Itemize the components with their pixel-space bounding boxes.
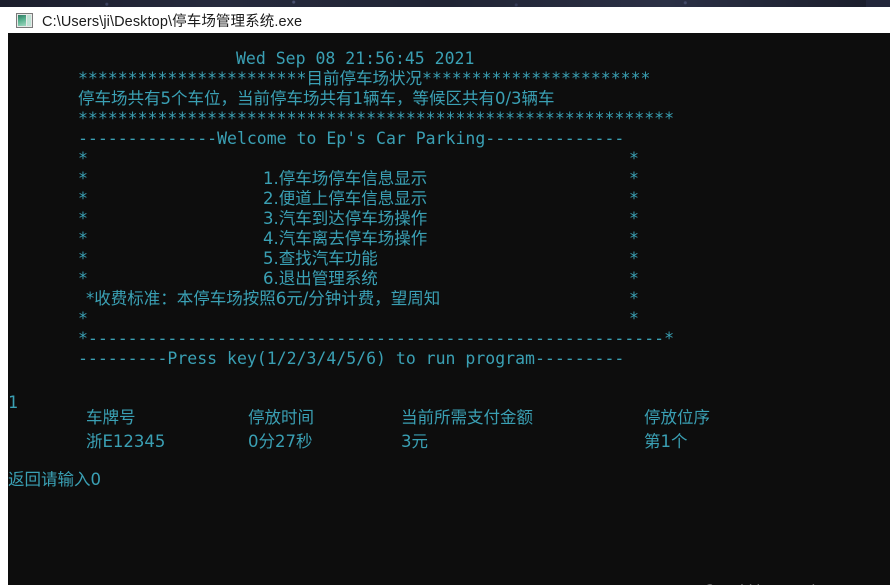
frame-left-border: * — [78, 309, 88, 328]
table-header-duration: 停放时间 — [248, 408, 314, 427]
frame-left-border: * — [78, 169, 88, 188]
menu-item-3[interactable]: 3.汽车到达停车场操作 — [263, 209, 427, 229]
banner-bottom: ****************************************… — [78, 109, 675, 128]
console-output-area[interactable]: Wed Sep 08 21:56:45 2021 ***************… — [8, 33, 890, 585]
table-cell-amount: 3元 — [401, 432, 428, 451]
table-header-amount: 当前所需支付金额 — [401, 408, 533, 427]
return-prompt: 返回请输入0 — [8, 470, 101, 489]
table-cell-position: 第1个 — [644, 432, 688, 451]
frame-right-border: * — [629, 289, 639, 308]
frame-right-border: * — [629, 249, 639, 268]
console-datetime: Wed Sep 08 21:56:45 2021 — [236, 49, 475, 68]
frame-left-border: * — [78, 249, 88, 268]
frame-left-border: * — [78, 189, 88, 208]
menu-item-1[interactable]: 1.停车场停车信息显示 — [263, 169, 427, 189]
frame-right-border: * — [629, 189, 639, 208]
frame-left-border: * — [78, 229, 88, 248]
frame-right-border: * — [629, 269, 639, 288]
menu-item-4[interactable]: 4.汽车离去停车场操作 — [263, 229, 427, 249]
frame-left-border: * — [78, 209, 88, 228]
table-cell-duration: 0分27秒 — [248, 432, 313, 451]
frame-right-border: * — [629, 309, 639, 328]
desktop-wallpaper-corner — [866, 0, 890, 7]
parking-status-line: 停车场共有5个车位，当前停车场共有1辆车，等候区共有0/3辆车 — [78, 89, 555, 108]
frame-right-border: * — [629, 229, 639, 248]
press-key-prompt: ---------Press key(1/2/3/4/5/6) to run p… — [78, 349, 625, 368]
banner-top: ***********************目前停车场状况**********… — [78, 69, 651, 88]
console-window: C:\Users\ji\Desktop\停车场管理系统.exe Wed Sep … — [8, 7, 890, 585]
window-title: C:\Users\ji\Desktop\停车场管理系统.exe — [42, 13, 303, 30]
table-cell-plate: 浙E12345 — [86, 432, 166, 451]
frame-left-border: * — [78, 149, 88, 168]
frame-bottom-border: *---------------------------------------… — [78, 329, 675, 348]
frame-right-border: * — [629, 149, 639, 168]
menu-item-2[interactable]: 2.便道上停车信息显示 — [263, 189, 427, 209]
fee-notice: *收费标准：本停车场按照6元/分钟计费，望周知 — [86, 289, 441, 308]
welcome-banner: --------------Welcome to Ep's Car Parkin… — [78, 129, 625, 148]
console-exe-icon — [16, 12, 33, 28]
table-header-plate: 车牌号 — [86, 408, 136, 427]
frame-right-border: * — [629, 209, 639, 228]
window-titlebar[interactable]: C:\Users\ji\Desktop\停车场管理系统.exe — [8, 7, 890, 33]
screenshot-root: C:\Users\ji\Desktop\停车场管理系统.exe Wed Sep … — [0, 0, 890, 585]
table-header-position: 停放位序 — [644, 408, 710, 427]
user-input-echo: 1 — [8, 393, 18, 412]
menu-item-5[interactable]: 5.查找汽车功能 — [263, 249, 378, 269]
frame-left-border: * — [78, 269, 88, 288]
frame-right-border: * — [629, 169, 639, 188]
menu-item-6[interactable]: 6.退出管理系统 — [263, 269, 378, 289]
desktop-wallpaper-strip — [0, 0, 890, 7]
